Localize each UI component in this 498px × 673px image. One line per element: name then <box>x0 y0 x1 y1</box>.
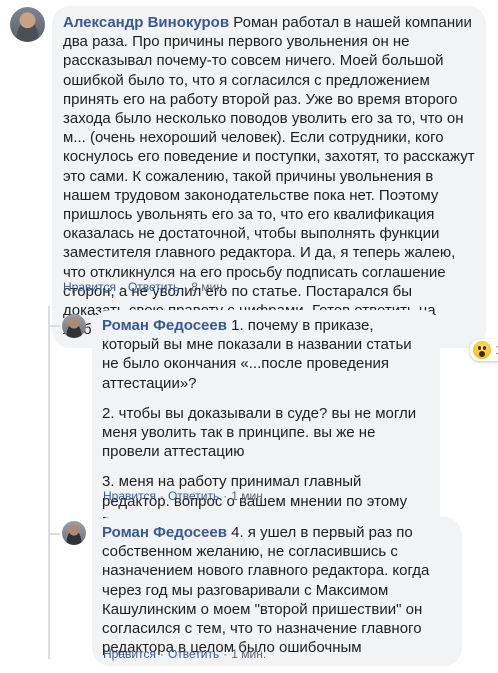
separator: · <box>119 280 124 294</box>
reply-time[interactable]: 1 мин. <box>231 647 266 661</box>
reply-author[interactable]: Роман Федосеев <box>102 524 227 541</box>
reply-button[interactable]: Ответить <box>128 280 179 294</box>
reply-text: Роман Федосеев 1. почему в приказе, кото… <box>102 316 430 393</box>
like-button[interactable]: Нравится <box>103 489 156 503</box>
avatar[interactable] <box>10 7 45 42</box>
reaction-badge[interactable]: 1 <box>470 339 498 362</box>
reply-avatar[interactable] <box>62 314 86 338</box>
comment-actions: Нравится · Ответить · 8 мин. <box>63 279 226 295</box>
separator: · <box>159 489 164 503</box>
comment-bubble: Александр Винокуров Роман работал в наше… <box>52 6 498 362</box>
reply-time[interactable]: 1 мин. <box>231 489 266 503</box>
separator: · <box>223 489 228 503</box>
thread-connector <box>48 325 60 327</box>
reply-bubble: Роман Федосеев 4. я ушел в первый раз по… <box>92 517 462 667</box>
separator: · <box>159 647 164 661</box>
separator: · <box>223 647 228 661</box>
reply-actions: Нравится · Ответить · 1 мин. <box>103 488 266 504</box>
comment-time[interactable]: 8 мин. <box>191 280 226 294</box>
reply-paragraph: 2. чтобы вы доказывали в суде? вы не мог… <box>102 404 417 461</box>
reply-paragraph: 4. я ушел в первый раз по собственном же… <box>102 524 430 657</box>
comment-author[interactable]: Александр Винокуров <box>63 14 229 31</box>
reply-avatar[interactable] <box>62 521 86 545</box>
thread-connector <box>48 533 60 535</box>
separator: · <box>183 280 188 294</box>
like-button[interactable]: Нравится <box>63 280 116 294</box>
reply-button[interactable]: Ответить <box>168 647 219 661</box>
thread-line <box>48 306 50 659</box>
reply-text: Роман Федосеев 4. я ушел в первый раз по… <box>102 523 452 657</box>
wow-icon <box>473 341 492 360</box>
reply-actions: Нравится · Ответить · 1 мин. <box>103 646 266 662</box>
reply-author[interactable]: Роман Федосеев <box>102 317 227 334</box>
like-button[interactable]: Нравится <box>103 647 156 661</box>
reply-button[interactable]: Ответить <box>168 489 219 503</box>
